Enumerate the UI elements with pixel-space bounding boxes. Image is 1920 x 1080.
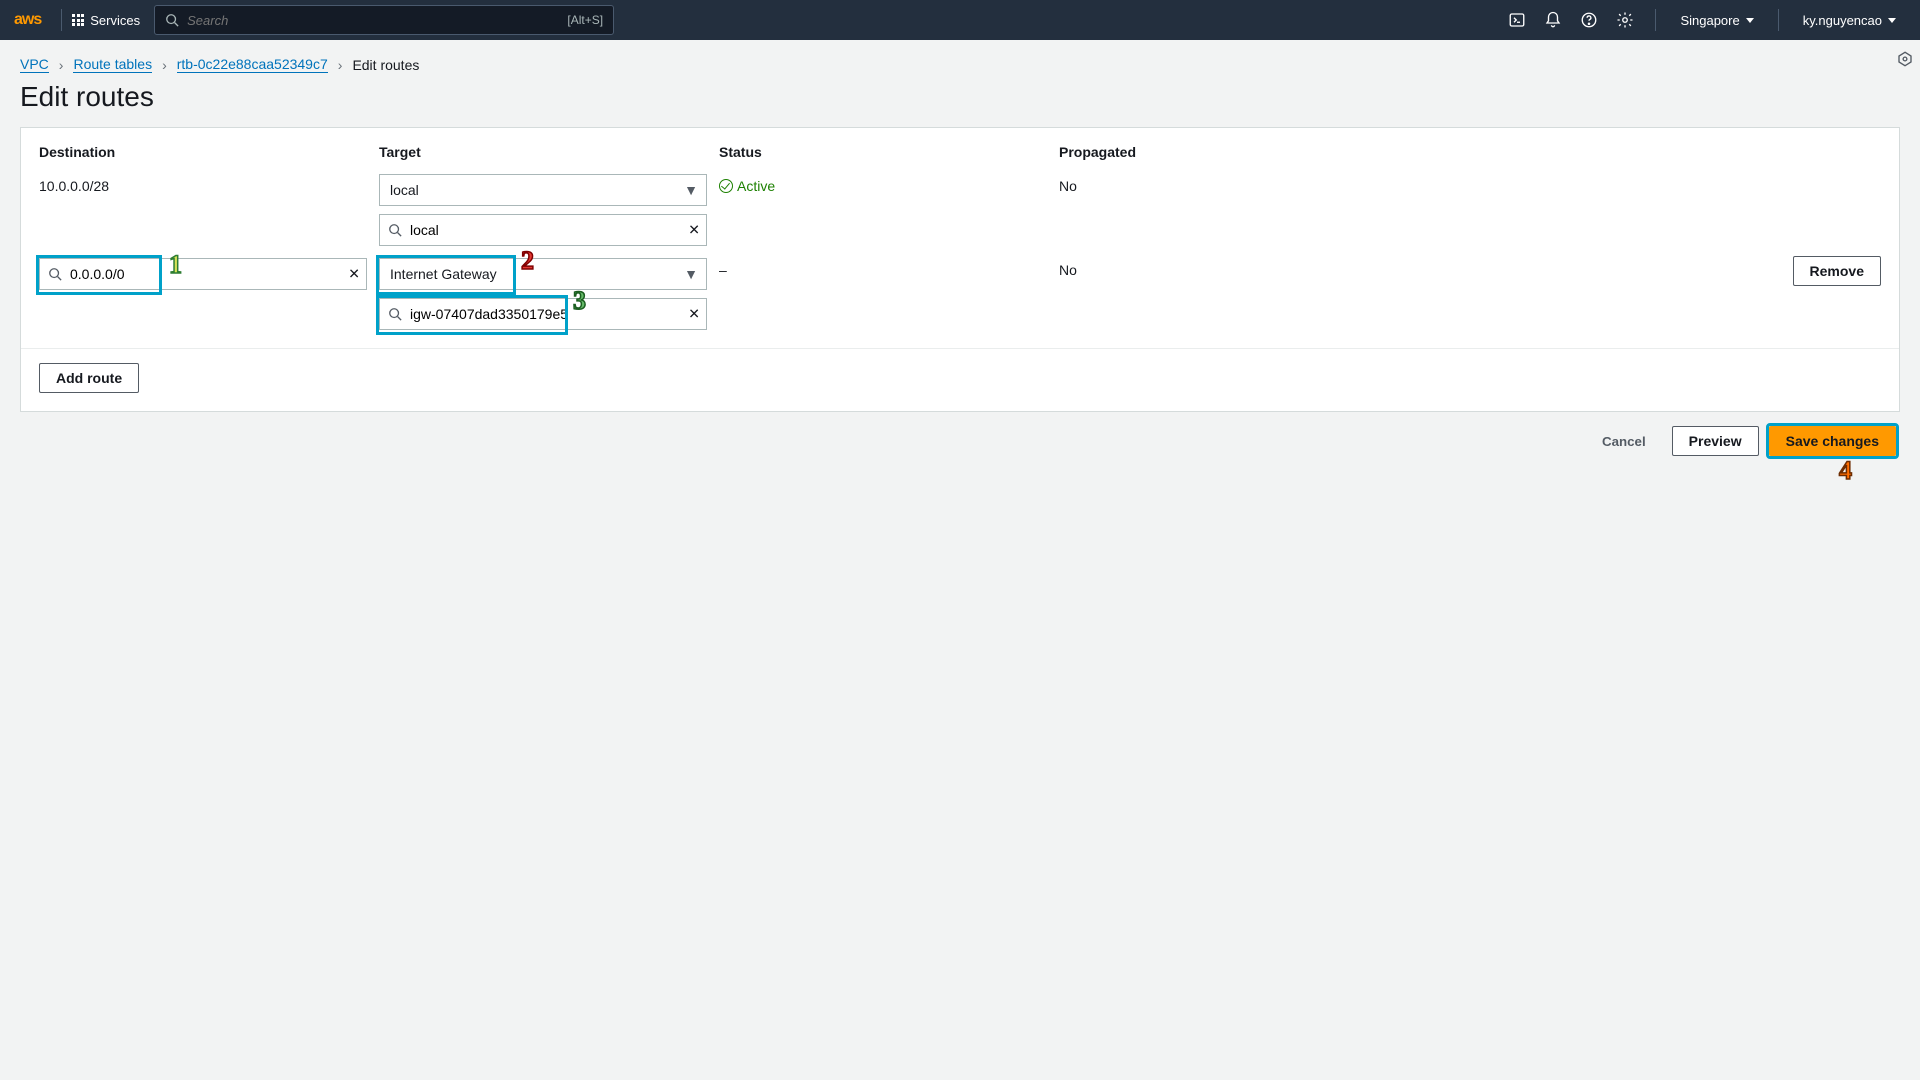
preview-button[interactable]: Preview: [1672, 426, 1759, 456]
user-menu[interactable]: ky.nguyencao: [1793, 13, 1906, 28]
nav-separator: [61, 9, 62, 31]
clear-icon[interactable]: ✕: [688, 306, 700, 323]
nav-separator: [1778, 9, 1779, 31]
add-route-button[interactable]: Add route: [39, 363, 139, 393]
route-row-0-propagated: No: [1059, 170, 1793, 254]
routes-grid: Destination Target Status Propagated 10.…: [21, 128, 1899, 338]
user-label: ky.nguyencao: [1803, 13, 1882, 28]
caret-down-icon: ▼: [684, 182, 698, 198]
check-circle-icon: [719, 179, 733, 193]
target-select[interactable]: local ▼: [379, 174, 707, 206]
cloudshell-icon[interactable]: [1501, 4, 1533, 36]
search-icon: [165, 13, 179, 27]
propagated-text: No: [1059, 178, 1077, 194]
col-header-propagated: Propagated: [1059, 144, 1793, 170]
propagated-text: No: [1059, 262, 1077, 278]
caret-down-icon: ▼: [684, 266, 698, 282]
col-header-target: Target: [379, 144, 719, 170]
col-header-destination: Destination: [39, 144, 379, 170]
breadcrumb-current: Edit routes: [352, 57, 419, 73]
remove-button[interactable]: Remove: [1793, 256, 1881, 286]
destination-text: 10.0.0.0/28: [39, 178, 109, 194]
search-icon: [388, 223, 402, 237]
nav-right: Singapore ky.nguyencao: [1501, 4, 1906, 36]
route-row-1-status: –: [719, 254, 1059, 338]
settings-icon[interactable]: [1609, 4, 1641, 36]
status-text: –: [719, 262, 727, 278]
caret-down-icon: [1746, 18, 1754, 23]
status-text: Active: [737, 178, 775, 194]
page-body: VPC › Route tables › rtb-0c22e88caa52349…: [0, 40, 1920, 472]
col-header-actions: [1793, 144, 1881, 170]
aws-logo[interactable]: aws: [14, 11, 41, 29]
help-icon[interactable]: [1573, 4, 1605, 36]
target-search-input[interactable]: [410, 222, 698, 238]
route-row-0-actions: [1793, 170, 1881, 254]
route-row-0-target: local ▼ ✕: [379, 170, 719, 254]
routes-panel: Destination Target Status Propagated 10.…: [20, 127, 1900, 412]
target-search[interactable]: ✕: [379, 298, 707, 330]
chevron-right-icon: ›: [59, 57, 64, 73]
target-select-value: local: [390, 182, 419, 198]
grid-icon: [72, 14, 84, 26]
target-search[interactable]: ✕: [379, 214, 707, 246]
clear-icon[interactable]: ✕: [348, 266, 360, 283]
annotation-4: 4: [1839, 456, 1852, 486]
breadcrumb-vpc[interactable]: VPC: [20, 56, 49, 73]
nav-separator: [1655, 9, 1656, 31]
status-active: Active: [719, 178, 775, 194]
search-input[interactable]: [187, 13, 567, 28]
col-header-status: Status: [719, 144, 1059, 170]
save-highlight: Save changes: [1769, 426, 1896, 456]
page-title: Edit routes: [20, 81, 1900, 113]
region-label: Singapore: [1680, 13, 1739, 28]
services-menu[interactable]: Services: [72, 13, 140, 28]
save-changes-button[interactable]: Save changes: [1769, 426, 1896, 456]
aws-logo-text: aws: [14, 11, 41, 28]
top-nav: aws Services [Alt+S] Singapore ky.nguyen…: [0, 0, 1920, 40]
route-row-1-actions: Remove: [1793, 254, 1881, 338]
search-shortcut-hint: [Alt+S]: [567, 13, 603, 27]
target-search-input[interactable]: [410, 306, 698, 322]
route-row-1-destination: ✕ 1: [39, 254, 379, 338]
destination-input-wrap[interactable]: ✕: [39, 258, 367, 290]
destination-input[interactable]: [70, 266, 358, 282]
search-icon: [388, 307, 402, 321]
target-select-value: Internet Gateway: [390, 266, 497, 282]
global-search[interactable]: [Alt+S]: [154, 5, 614, 35]
route-row-1-target: Internet Gateway ▼ 2 ✕ 3: [379, 254, 719, 338]
notifications-icon[interactable]: [1537, 4, 1569, 36]
tools-panel-toggle[interactable]: [1896, 50, 1914, 68]
breadcrumb-rtb-id[interactable]: rtb-0c22e88caa52349c7: [177, 56, 328, 73]
chevron-right-icon: ›: [338, 57, 343, 73]
caret-down-icon: [1888, 18, 1896, 23]
region-selector[interactable]: Singapore: [1670, 13, 1763, 28]
route-row-0-status: Active: [719, 170, 1059, 254]
services-label: Services: [90, 13, 140, 28]
clear-icon[interactable]: ✕: [688, 222, 700, 239]
search-icon: [48, 267, 62, 281]
route-row-1-propagated: No: [1059, 254, 1793, 338]
cancel-button[interactable]: Cancel: [1586, 428, 1662, 455]
route-row-0-destination: 10.0.0.0/28: [39, 170, 379, 254]
breadcrumb-route-tables[interactable]: Route tables: [73, 56, 152, 73]
breadcrumb: VPC › Route tables › rtb-0c22e88caa52349…: [20, 56, 1900, 73]
chevron-right-icon: ›: [162, 57, 167, 73]
add-route-row: Add route: [21, 348, 1899, 411]
form-actions: Cancel Preview Save changes 4: [20, 412, 1900, 456]
target-select[interactable]: Internet Gateway ▼: [379, 258, 707, 290]
